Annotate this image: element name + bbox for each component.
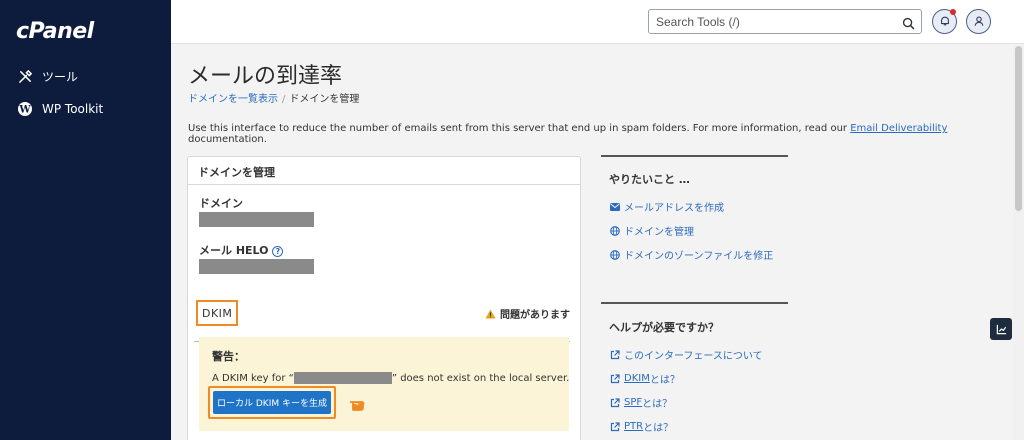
what-is-spf-link[interactable]: SPF とは？	[610, 395, 672, 410]
svg-text:W: W	[18, 105, 31, 116]
user-icon	[973, 12, 985, 31]
page-description: Use this interface to reduce the number …	[188, 123, 1008, 145]
description-text: Use this interface to reduce the number …	[188, 123, 851, 134]
warning-title: 警告：	[212, 350, 245, 363]
panel-title: ドメインを管理	[188, 157, 580, 185]
help-title: ヘルプが必要ですか？	[609, 321, 719, 334]
tools-icon	[16, 67, 34, 85]
domain-value-redacted	[199, 212, 314, 227]
external-link-icon	[610, 349, 620, 359]
generate-dkim-key-button[interactable]: ローカル DKIM キーを生成	[213, 391, 331, 414]
what-is-dkim-link[interactable]: DKIM とは？	[610, 371, 680, 386]
email-deliverability-link[interactable]: Email Deliverability	[850, 123, 947, 134]
tab-dkim[interactable]: DKIM	[196, 300, 238, 326]
manage-domain-link[interactable]: ドメインを管理	[610, 223, 694, 238]
manage-domain-panel: ドメインを管理 ドメイン メール HELO ? DKIM 問題があります 警告：…	[187, 156, 581, 440]
status-text: 問題があります	[500, 310, 570, 321]
envelope-icon	[610, 202, 620, 211]
link-abbr: SPF	[624, 397, 643, 408]
generate-button-highlight: ローカル DKIM キーを生成	[208, 386, 336, 419]
link-label: とは？	[642, 399, 673, 410]
search-box	[648, 9, 922, 34]
cpanel-logo[interactable]: cPanel	[16, 19, 94, 44]
sidebar: cPanel ツール W WP Toolkit	[0, 0, 171, 440]
warning-box: 警告： A DKIM key for “ ” does not exist on …	[199, 337, 569, 431]
what-is-ptr-link[interactable]: PTR とは？	[610, 419, 673, 434]
zone-editor-link[interactable]: ドメインのゾーンファイルを修正	[610, 247, 773, 262]
external-link-icon	[610, 397, 620, 407]
stats-widget-button[interactable]	[990, 318, 1012, 340]
helo-value-redacted	[199, 259, 314, 274]
wordpress-icon: W	[16, 100, 34, 118]
user-menu-button[interactable]	[966, 9, 991, 34]
help-section: ヘルプが必要ですか？ このインターフェースについて DKIM とは？ SPF とは？…	[601, 302, 788, 434]
sidebar-item-tools[interactable]: ツール	[16, 65, 78, 87]
link-abbr: DKIM	[624, 373, 650, 384]
warning-message: A DKIM key for “ ” does not exist on the …	[212, 372, 569, 384]
todo-section: やりたいこと … メールアドレスを作成 ドメインを管理 ドメインのゾーンファイル…	[601, 155, 788, 262]
description-text-suffix: documentation.	[188, 134, 267, 145]
pointing-hand-icon	[349, 396, 371, 415]
link-label: メールアドレスを作成	[624, 203, 724, 214]
top-bar	[171, 0, 1024, 44]
help-icon[interactable]: ?	[272, 245, 284, 257]
notification-badge	[950, 9, 956, 15]
scrollbar-thumb[interactable]	[1015, 46, 1022, 211]
link-label: このインターフェースについて	[624, 351, 763, 362]
warning-icon	[485, 308, 496, 319]
breadcrumb: ドメインを一覧表示 / ドメインを管理	[188, 90, 359, 105]
helo-label-text: メール HELO	[199, 244, 269, 257]
link-abbr: PTR	[624, 421, 644, 432]
sidebar-item-wp-toolkit[interactable]: W WP Toolkit	[16, 98, 103, 120]
search-icon[interactable]	[902, 15, 915, 34]
page-title: メールの到達率	[188, 64, 343, 89]
create-email-link[interactable]: メールアドレスを作成	[610, 199, 724, 214]
todo-title: やりたいこと …	[609, 173, 690, 186]
link-label: ドメインを管理	[624, 227, 694, 238]
about-interface-link[interactable]: このインターフェースについて	[610, 347, 763, 362]
domain-redacted-inline	[293, 372, 392, 384]
helo-label: メール HELO ?	[199, 242, 284, 258]
breadcrumb-current: ドメインを管理	[289, 94, 360, 105]
link-label: とは？	[649, 375, 680, 386]
status-badge: 問題があります	[485, 306, 570, 321]
external-link-icon	[610, 421, 620, 431]
link-label: とは？	[643, 423, 674, 434]
sidebar-item-label: WP Toolkit	[42, 102, 104, 116]
notifications-button[interactable]	[932, 9, 957, 34]
breadcrumb-separator: /	[282, 94, 286, 105]
chart-icon	[996, 320, 1007, 339]
sidebar-item-label: ツール	[42, 69, 79, 84]
breadcrumb-link-domains[interactable]: ドメインを一覧表示	[188, 94, 278, 105]
link-label: ドメインのゾーンファイルを修正	[624, 251, 774, 262]
search-input[interactable]	[649, 10, 889, 33]
external-link-icon	[610, 373, 620, 383]
warning-text-suffix: ” does not exist on the local server.	[391, 373, 570, 384]
domain-label: ドメイン	[199, 197, 243, 210]
warning-text-prefix: A DKIM key for “	[212, 373, 294, 384]
globe-icon	[610, 225, 620, 236]
bell-icon	[939, 12, 951, 31]
globe-icon	[610, 249, 620, 260]
